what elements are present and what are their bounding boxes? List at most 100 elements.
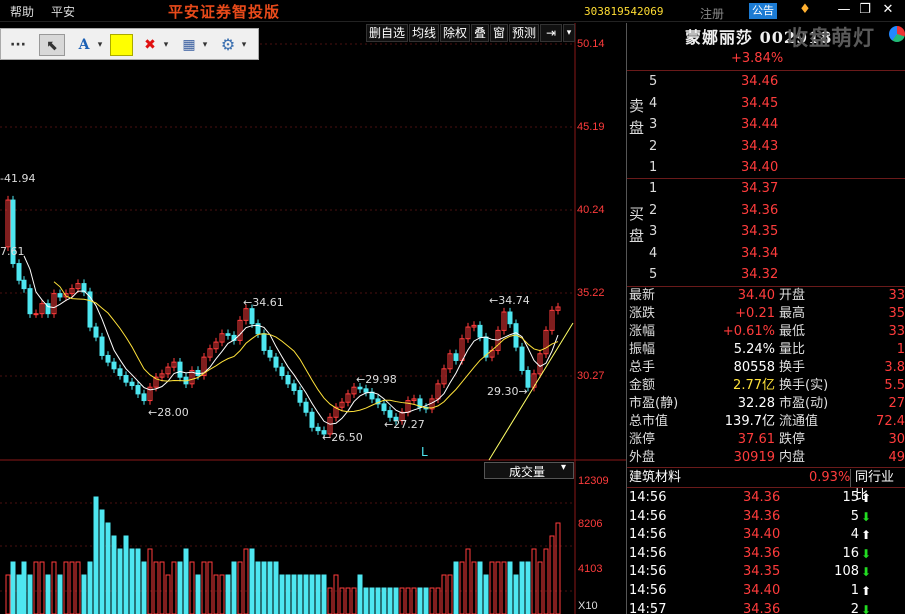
restore-icon[interactable]: ❐: [857, 2, 873, 18]
candle-body: [57, 293, 63, 298]
candle-body: [309, 411, 315, 428]
annot-34.74: ←34.74: [489, 294, 530, 307]
volume-bar: [279, 574, 285, 614]
sell-price: 34.44: [741, 117, 779, 132]
industry-change: 0.93%: [809, 470, 851, 485]
color-swatch[interactable]: [110, 34, 133, 56]
candle-body: [369, 391, 375, 400]
volume-bar: [411, 587, 417, 614]
annot-41.94: -41.94: [0, 172, 36, 185]
volume-bar: [519, 561, 525, 614]
tick-time: 14:56: [629, 564, 667, 580]
volume-bar: [429, 587, 435, 614]
tab-remove-favorite[interactable]: 删自选: [366, 24, 408, 42]
cursor-arrow-icon[interactable]: ⬉: [39, 34, 65, 56]
stat-label: 量比: [779, 342, 806, 357]
bell-icon[interactable]: ♦: [797, 2, 813, 18]
chevron-down-icon[interactable]: ▾: [96, 34, 104, 56]
volume-tick: 4103: [578, 563, 603, 575]
tab-overlay[interactable]: 叠: [471, 24, 489, 42]
volume-bar: [333, 574, 339, 614]
volume-bar: [525, 561, 531, 614]
volume-bar: [5, 574, 11, 614]
volume-bar: [123, 535, 129, 614]
candle-body: [315, 426, 321, 432]
stat-value: 5.5: [884, 378, 905, 393]
volume-bar: [219, 574, 225, 614]
volume-bar: [33, 561, 39, 614]
volume-bar: [261, 561, 267, 614]
tick-volume: 4: [850, 527, 859, 543]
stat-value: 32.28: [737, 396, 775, 411]
indicator-select[interactable]: 成交量 ▾: [484, 462, 574, 479]
expand-icon[interactable]: ⇥: [540, 24, 562, 42]
volume-tick: 8206: [578, 518, 603, 530]
chevron-down-icon[interactable]: ▾: [563, 24, 575, 42]
chevron-down-icon[interactable]: ▾: [162, 34, 170, 56]
tab-window[interactable]: 窗: [490, 24, 508, 42]
tab-ma[interactable]: 均线: [409, 24, 439, 42]
buy-price: 34.36: [741, 202, 779, 218]
stat-label: 金额: [629, 378, 656, 393]
text-tool-button[interactable]: A: [73, 34, 95, 56]
volume-bar: [189, 561, 195, 614]
stat-value: 72.4: [876, 414, 905, 429]
tab-forecast[interactable]: 预测: [509, 24, 539, 42]
tab-exright[interactable]: 除权: [440, 24, 470, 42]
up-arrow-icon: ⬆: [861, 584, 872, 598]
stat-value: 1: [896, 342, 905, 357]
volume-bar: [237, 561, 243, 614]
volume-bar: [21, 561, 27, 614]
buy-price: 34.34: [741, 245, 779, 261]
volume-bar: [201, 561, 207, 614]
buy-price: 34.32: [741, 267, 779, 282]
volume-bar: [231, 561, 237, 614]
stat-label: 最高: [779, 306, 806, 321]
volume-bar: [75, 561, 81, 614]
pie-chart-icon[interactable]: [889, 26, 905, 42]
tick-volume: 15: [842, 490, 859, 505]
register-link[interactable]: 注册: [700, 5, 724, 22]
chevron-down-icon[interactable]: ▾: [201, 34, 209, 56]
tick-volume: 16: [842, 545, 859, 561]
minimize-icon[interactable]: —: [836, 2, 852, 18]
chevron-down-icon: ▾: [561, 462, 567, 473]
notice-button[interactable]: 公告: [749, 3, 777, 19]
volume-bar: [453, 561, 459, 614]
industry-name[interactable]: 建筑材料: [629, 469, 681, 487]
tick-time: 14:56: [629, 527, 667, 543]
candle-body: [357, 386, 363, 390]
candle-body: [279, 366, 285, 376]
industry-rank-tab[interactable]: 同行业比: [850, 469, 905, 503]
more-button[interactable]: ···: [7, 34, 29, 56]
volume-bar: [285, 574, 291, 614]
gear-icon[interactable]: ⚙: [217, 34, 239, 56]
volume-bar: [69, 561, 75, 614]
volume-bar: [555, 522, 561, 614]
volume-bar: [477, 561, 483, 614]
bookmark-icon[interactable]: ▦: [179, 34, 199, 56]
volume-bar: [81, 574, 87, 614]
tick-volume: 1: [850, 583, 859, 598]
tick-volume: 108: [834, 564, 859, 580]
candle-body: [381, 403, 387, 412]
buy-price: 34.35: [741, 224, 779, 239]
kline-chart[interactable]: [0, 23, 626, 614]
candle-body: [99, 336, 105, 356]
annot-28.00: ←28.00: [148, 406, 189, 419]
annot-34.61: ←34.61: [243, 296, 284, 309]
price-tick: 30.27: [577, 370, 605, 382]
menu-help[interactable]: 帮助: [10, 3, 34, 20]
red-x-icon[interactable]: ✖: [140, 34, 160, 56]
down-arrow-icon: ⬇: [861, 565, 872, 580]
volume-bar: [357, 574, 363, 614]
volume-bar: [483, 574, 489, 614]
volume-bar: [177, 561, 183, 614]
volume-bar: [327, 587, 333, 614]
close-icon[interactable]: ✕: [880, 2, 896, 18]
volume-bar: [57, 574, 63, 614]
annot-29.98: ←29.98: [356, 373, 397, 386]
menu-pingan[interactable]: 平安: [51, 3, 75, 20]
stat-label: 市盈(静): [629, 396, 679, 411]
chevron-down-icon[interactable]: ▾: [239, 34, 249, 56]
